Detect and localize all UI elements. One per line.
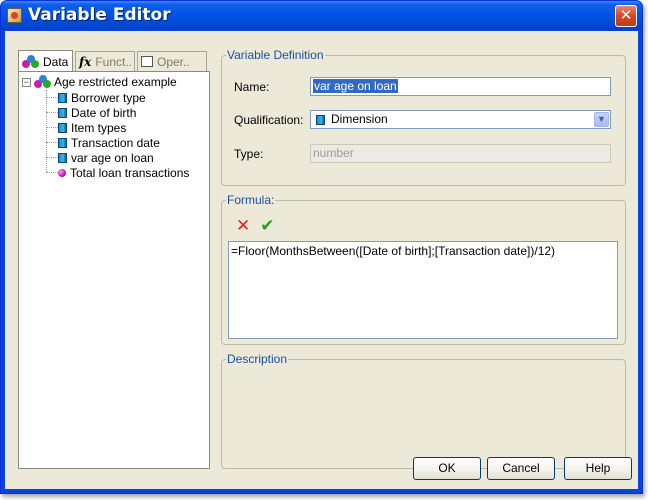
dialog-client-area: Data fx Funct.. Oper.. − Age restricted … <box>5 31 638 489</box>
tab-data[interactable]: Data <box>18 50 73 72</box>
tab-operators[interactable]: Oper.. <box>137 51 207 71</box>
tree-item[interactable]: var age on loan <box>46 150 154 165</box>
tree-item-label: Item types <box>71 120 127 135</box>
dimension-icon <box>58 152 67 163</box>
java-app-icon <box>7 8 22 23</box>
tree-item[interactable]: Item types <box>46 120 126 135</box>
help-button[interactable]: Help <box>564 457 632 480</box>
universe-icon <box>22 54 39 69</box>
tree-root-label: Age restricted example <box>54 75 177 89</box>
collapse-icon[interactable]: − <box>22 77 31 87</box>
description-group[interactable]: Description <box>221 352 626 469</box>
tree-item-label: Total loan transactions <box>70 165 190 180</box>
operator-icon <box>141 56 153 67</box>
tree-item-label: Transaction date <box>71 135 160 150</box>
formula-group: Formula: ✕ ✔ =Floor(MonthsBetween([Date … <box>221 193 626 345</box>
formula-text: =Floor(MonthsBetween([Date of birth];[Tr… <box>231 244 556 258</box>
tree-item[interactable]: Total loan transactions <box>46 165 189 180</box>
variable-editor-window: Variable Editor ✕ Data fx Funct.. Oper..… <box>0 0 643 494</box>
fx-icon: fx <box>79 54 92 69</box>
variable-definition-group: Variable Definition Name: var age on loa… <box>221 48 626 186</box>
qualification-label: Qualification: <box>234 113 304 127</box>
name-label: Name: <box>234 80 270 94</box>
formula-editor[interactable]: =Floor(MonthsBetween([Date of birth];[Tr… <box>228 241 618 339</box>
name-input[interactable]: var age on loan <box>310 77 611 96</box>
close-button[interactable]: ✕ <box>615 5 637 27</box>
type-value: number <box>313 146 354 160</box>
dimension-icon <box>58 122 67 133</box>
clear-formula-icon[interactable]: ✕ <box>236 217 250 234</box>
tab-data-label: Data <box>43 54 69 69</box>
tab-functions[interactable]: fx Funct.. <box>75 51 135 71</box>
variable-definition-title: Variable Definition <box>226 48 325 62</box>
tree-item-label: Date of birth <box>71 105 137 120</box>
dimension-icon <box>58 92 67 103</box>
dimension-icon <box>58 107 67 118</box>
window-title: Variable Editor <box>28 5 171 25</box>
chevron-down-icon[interactable]: ▼ <box>594 112 609 127</box>
type-label: Type: <box>234 147 264 161</box>
formula-title: Formula: <box>226 193 276 207</box>
validate-formula-icon[interactable]: ✔ <box>260 217 274 234</box>
description-title: Description <box>226 352 289 366</box>
measure-icon <box>58 168 66 177</box>
ok-button[interactable]: OK <box>413 457 481 480</box>
tree-item-label: var age on loan <box>71 150 154 165</box>
tree-item[interactable]: Date of birth <box>46 105 136 120</box>
name-input-selected-text: var age on loan <box>313 79 398 93</box>
tab-operators-label: Oper.. <box>157 54 190 69</box>
dimension-icon <box>58 137 67 148</box>
tree-item-label: Borrower type <box>71 90 146 105</box>
qualification-select[interactable]: Dimension ▼ <box>310 110 611 129</box>
tree-item[interactable]: Borrower type <box>46 90 146 105</box>
tree-item[interactable]: Transaction date <box>46 135 160 150</box>
dimension-icon <box>316 114 325 125</box>
data-tree-panel[interactable]: − Age restricted example Borrower type D… <box>18 71 210 469</box>
tab-functions-label: Funct.. <box>95 54 133 69</box>
type-field: number <box>310 144 611 163</box>
title-bar[interactable]: Variable Editor ✕ <box>1 1 642 30</box>
formula-toolbar: ✕ ✔ <box>236 217 275 234</box>
document-icon <box>34 75 51 89</box>
cancel-button[interactable]: Cancel <box>487 457 555 480</box>
qualification-value: Dimension <box>331 112 388 126</box>
tree-root[interactable]: − Age restricted example <box>22 75 177 89</box>
